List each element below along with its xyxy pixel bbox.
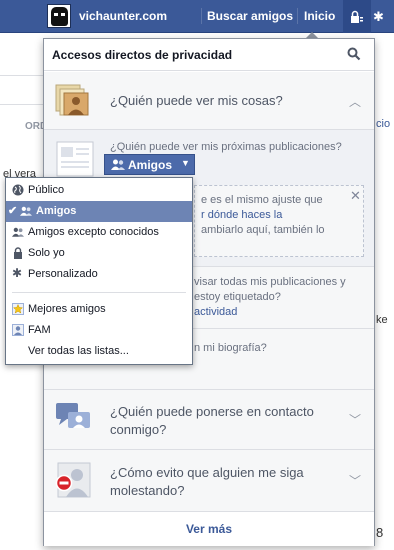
friends-icon (20, 206, 32, 216)
avatar[interactable] (47, 4, 71, 28)
search-icon[interactable] (347, 47, 361, 61)
see-more-link[interactable]: Ver más (44, 512, 374, 546)
review-question-line: estoy etiquetado? (194, 291, 281, 303)
family-icon (12, 324, 24, 336)
nav-divider (297, 8, 298, 24)
menu-item-public[interactable]: Público (6, 180, 192, 201)
audience-selector-button[interactable]: Amigos ▼ (104, 154, 195, 175)
background-text: ke (376, 314, 388, 326)
home-link[interactable]: Inicio (304, 9, 335, 23)
menu-item-label: Amigos (36, 205, 77, 217)
tip-text: e es el mismo ajuste que (201, 194, 323, 206)
menu-item-label: Amigos excepto conocidos (28, 226, 159, 238)
caret-down-icon: ▼ (181, 158, 190, 168)
future-posts-question: ¿Quién puede ver mis próximas publicacio… (110, 141, 342, 153)
divider (0, 104, 43, 105)
privacy-lock-icon (351, 10, 363, 23)
menu-item-label: Mejores amigos (28, 303, 106, 315)
menu-item-family[interactable]: FAM (6, 320, 192, 341)
menu-item-label: Público (28, 184, 65, 196)
audience-label: Amigos (128, 158, 173, 172)
menu-item-label: Ver todas las listas... (28, 345, 129, 357)
section-title: conmigo? (110, 422, 167, 437)
panel-title: Accesos directos de privacidad (52, 48, 233, 62)
lock-icon (14, 247, 22, 259)
section-title: ¿Cómo evito que alguien me siga (110, 465, 304, 480)
checkmark-icon: ✔ (8, 205, 18, 217)
close-icon[interactable]: ✕ (350, 188, 361, 204)
menu-item-friends-except-acquaintances[interactable]: Amigos excepto conocidos (6, 222, 192, 243)
audience-dropdown-menu: Público ✔ Amigos Amigos excepto conocido… (5, 177, 193, 365)
profile-link[interactable]: vichaunter.com (79, 9, 167, 23)
section-who-can-see[interactable]: ¿Quién puede ver mis cosas? ︿ (44, 72, 374, 130)
activity-log-link[interactable]: actividad (194, 305, 237, 320)
menu-item-label: FAM (28, 324, 51, 336)
menu-item-custom[interactable]: ✱ Personalizado (6, 264, 192, 285)
background-text: 8 (376, 525, 384, 540)
settings-gear-icon[interactable]: ✱ (373, 9, 384, 25)
section-title: ¿Quién puede ponerse en contacto (110, 404, 314, 419)
section-title: molestando? (110, 483, 185, 498)
section-who-can-contact[interactable]: ¿Quién puede ponerse en contacto conmigo… (44, 390, 374, 450)
panel-header: Accesos directos de privacidad (44, 39, 374, 71)
nav-divider (201, 8, 202, 24)
tip-text: ambiarlo aquí, también lo (201, 224, 325, 236)
menu-divider (12, 292, 186, 293)
photo-album-icon (55, 84, 89, 116)
avatar-eye (54, 13, 58, 16)
globe-icon (12, 184, 24, 196)
star-icon (12, 303, 24, 315)
timeline-question: n mi biografía? (194, 342, 267, 354)
audience-tip-box: ✕ e es el mismo ajuste que r dónde haces… (194, 185, 364, 257)
chevron-up-icon[interactable]: ︿ (349, 93, 361, 110)
avatar-eye (61, 13, 65, 16)
review-question-line: visar todas mis publicaciones y (194, 276, 346, 288)
background-link: cio (376, 118, 391, 130)
see-all-lists-item[interactable]: Ver todas las listas... (6, 341, 192, 362)
tip-link[interactable]: r dónde haces la (201, 209, 282, 221)
gear-icon: ✱ (12, 266, 23, 280)
menu-item-label: Personalizado (28, 268, 98, 280)
find-friends-link[interactable]: Buscar amigos (207, 9, 293, 23)
menu-item-best-friends[interactable]: Mejores amigos (6, 299, 192, 320)
document-icon (56, 141, 94, 177)
menu-item-friends[interactable]: ✔ Amigos (6, 201, 192, 222)
chevron-down-icon[interactable]: ﹀ (349, 411, 361, 428)
menu-item-only-me[interactable]: Solo yo (6, 243, 192, 264)
avatar-face (51, 7, 68, 26)
block-user-icon (55, 462, 91, 498)
chevron-down-icon[interactable]: ﹀ (349, 472, 361, 489)
friends-icon (111, 159, 125, 170)
divider (0, 75, 43, 76)
privacy-shortcuts-button[interactable] (343, 0, 371, 33)
top-navigation-bar: vichaunter.com Buscar amigos Inicio ✱ (0, 0, 394, 33)
menu-item-label: Solo yo (28, 247, 65, 259)
friends-icon (12, 227, 24, 237)
section-block-someone[interactable]: ¿Cómo evito que alguien me siga molestan… (44, 450, 374, 512)
section-title: ¿Quién puede ver mis cosas? (110, 93, 283, 108)
contact-people-icon (56, 403, 90, 428)
